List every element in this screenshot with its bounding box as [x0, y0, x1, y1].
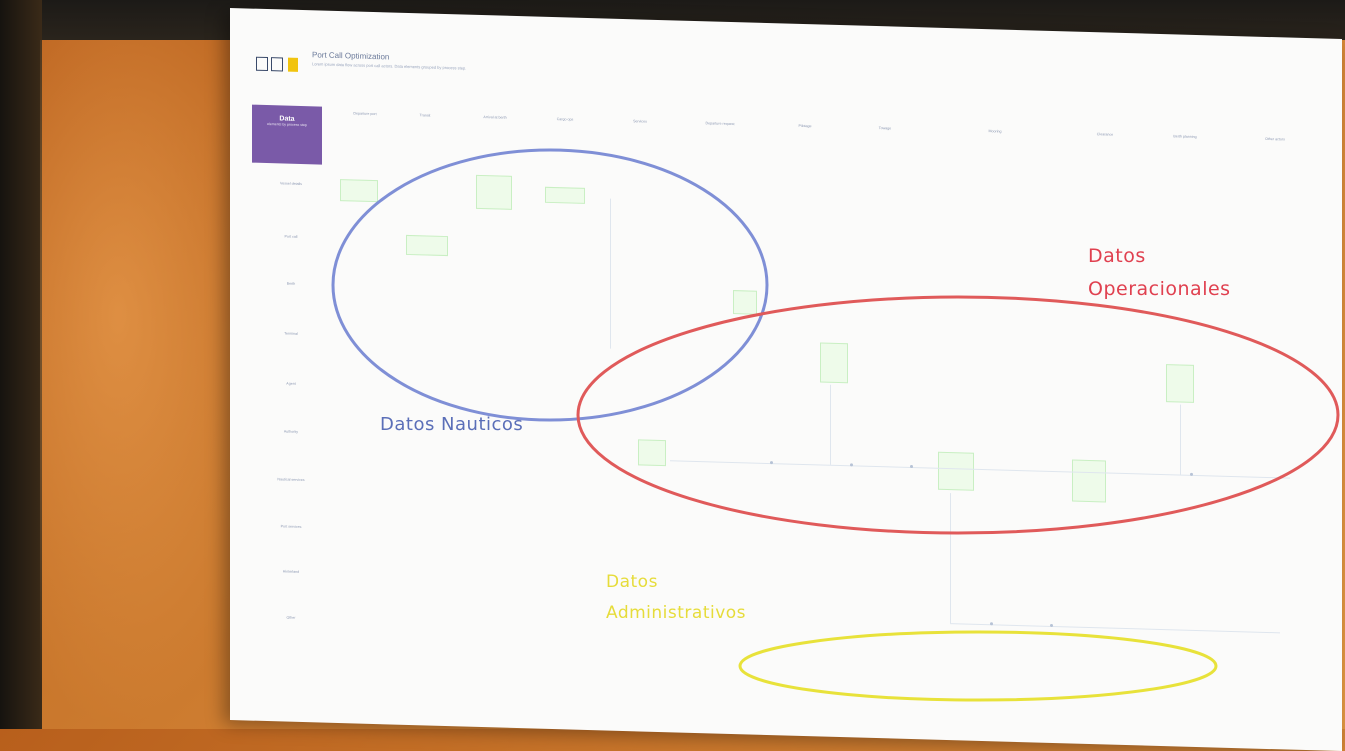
operational-data-label-line1: Datos — [1088, 245, 1146, 267]
operational-data-ellipse — [576, 295, 1340, 535]
nautical-data-label: Datos Nauticos — [380, 414, 524, 435]
administrative-data-ellipse — [738, 630, 1218, 702]
administrative-data-label-line2: Administrativos — [606, 603, 747, 623]
nautical-data-ellipse — [331, 148, 769, 422]
operational-data-label-line2: Operacionales — [1088, 278, 1231, 300]
administrative-data-label-line1: Datos — [606, 572, 658, 592]
